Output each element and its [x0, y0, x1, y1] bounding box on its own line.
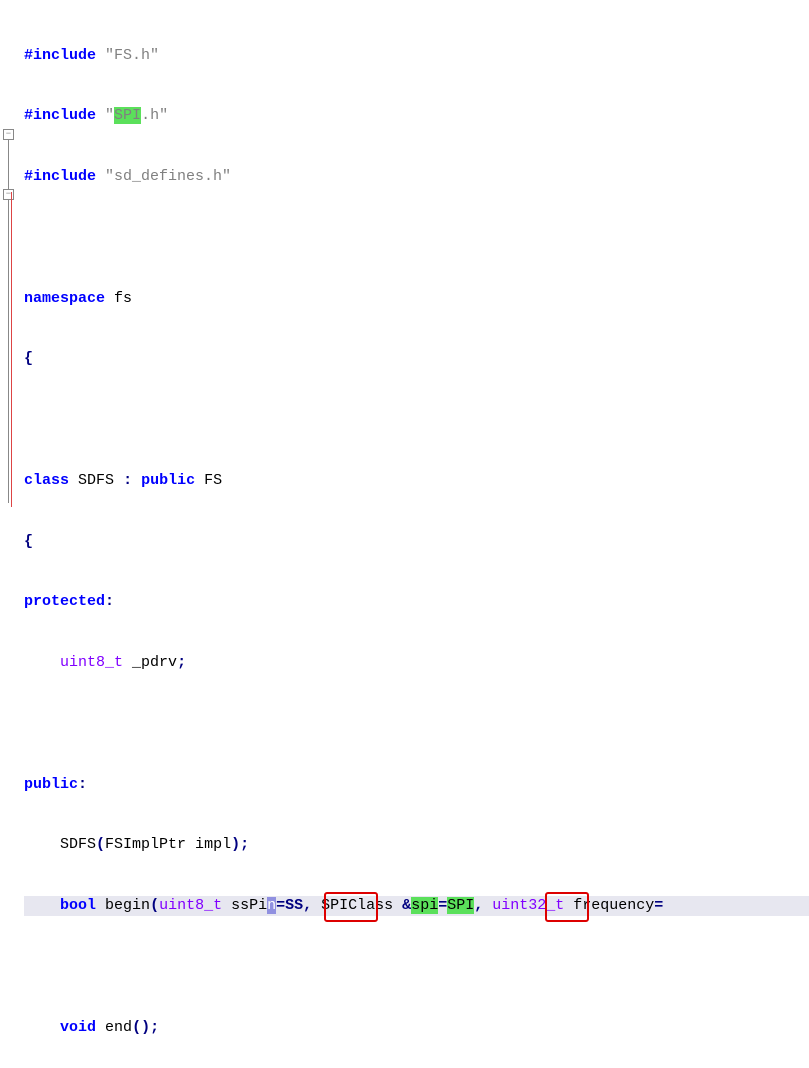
- code-line: {: [24, 349, 809, 369]
- code-line: public:: [24, 775, 809, 795]
- code-line: #include "sd_defines.h": [24, 167, 809, 187]
- code-line: [24, 410, 809, 430]
- code-line: void end();: [24, 1018, 809, 1038]
- fold-marker-icon[interactable]: −: [3, 189, 14, 200]
- code-line: uint8_t _pdrv;: [24, 653, 809, 673]
- code-line: [24, 714, 809, 734]
- code-line: class SDFS : public FS: [24, 471, 809, 491]
- fold-marker-icon[interactable]: −: [3, 129, 14, 140]
- code-editor[interactable]: − − #include "FS.h" #include "SPI.h" #in…: [0, 0, 809, 1068]
- code-area[interactable]: #include "FS.h" #include "SPI.h" #includ…: [16, 0, 809, 1068]
- code-line-highlighted: bool begin(uint8_t ssPin=SS, SPIClass &s…: [24, 896, 809, 977]
- code-line: protected:: [24, 592, 809, 612]
- highlight-spi: spi: [411, 897, 438, 914]
- code-line: namespace fs: [24, 289, 809, 309]
- code-line: #include "FS.h": [24, 46, 809, 66]
- gutter: − −: [0, 0, 16, 1068]
- code-line: #include "SPI.h": [24, 106, 809, 126]
- code-line: SDFS(FSImplPtr impl);: [24, 835, 809, 855]
- highlight-spi: SPI: [447, 897, 474, 914]
- highlight-spi: SPI: [114, 107, 141, 124]
- code-line: [24, 228, 809, 248]
- code-line: {: [24, 532, 809, 552]
